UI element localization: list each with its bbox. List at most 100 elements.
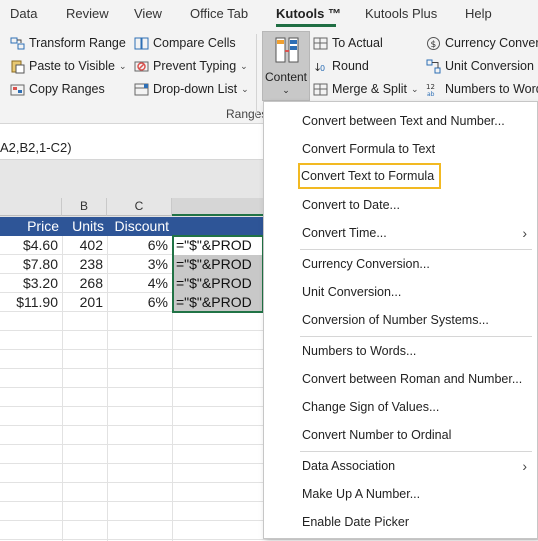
prevent-typing-icon: [134, 59, 149, 74]
menu-bar: Data Review View Office Tab Kutools ™ Ku…: [0, 0, 538, 28]
active-tab-underline: [276, 24, 336, 27]
chevron-down-icon: ⌄: [240, 60, 248, 71]
tab-data[interactable]: Data: [10, 6, 37, 21]
chevron-right-icon: ›: [522, 458, 527, 474]
menu-item-label: Currency Conversion...: [302, 257, 430, 271]
table-cell-price[interactable]: $11.90: [0, 293, 62, 312]
tab-office-tab[interactable]: Office Tab: [190, 6, 248, 21]
table-cell-units[interactable]: 238: [62, 255, 107, 274]
transform-range-icon: [10, 36, 25, 51]
table-cell-discount[interactable]: 6%: [107, 236, 172, 255]
menu-item-convert-to-date[interactable]: Convert to Date...: [265, 192, 537, 218]
unit-conversion-label: Unit Conversion: [445, 59, 534, 73]
numbers-to-words-label: Numbers to Word: [445, 82, 538, 96]
paste-icon: [10, 59, 25, 74]
table-cell-discount[interactable]: 3%: [107, 255, 172, 274]
formula-text: A2,B2,1-C2): [0, 140, 72, 155]
menu-item-label: Unit Conversion...: [302, 285, 402, 299]
dropdown-list-button[interactable]: Drop-down List ⌄: [134, 79, 249, 99]
header-cell-units[interactable]: Units: [62, 217, 107, 236]
round-label: Round: [332, 59, 369, 73]
svg-text:0: 0: [320, 64, 325, 73]
menu-item-unit-conversion[interactable]: Unit Conversion...: [265, 279, 537, 305]
currency-conversion-label: Currency Convers: [445, 36, 538, 50]
menu-item-make-up-number[interactable]: Make Up A Number...: [265, 481, 537, 507]
chevron-down-icon: ⌄: [241, 83, 249, 94]
table-cell-units[interactable]: 268: [62, 274, 107, 293]
menu-item-currency-conversion[interactable]: Currency Conversion...: [265, 251, 537, 277]
column-header-a[interactable]: [0, 198, 62, 216]
menu-item-label: Enable Date Picker: [302, 515, 410, 529]
tab-review[interactable]: Review: [66, 6, 109, 21]
menu-item-label: Change Sign of Values...: [302, 400, 440, 414]
content-button-label: Content: [264, 70, 308, 84]
chevron-right-icon: ›: [522, 225, 527, 241]
menu-item-change-sign[interactable]: Change Sign of Values...: [265, 394, 537, 420]
table-cell-discount[interactable]: 4%: [107, 274, 172, 293]
compare-cells-label: Compare Cells: [153, 36, 236, 50]
paste-to-visible-button[interactable]: Paste to Visible ⌄: [10, 56, 126, 76]
table-cell-units[interactable]: 201: [62, 293, 107, 312]
transform-range-label: Transform Range: [29, 36, 126, 50]
menu-item-label: Make Up A Number...: [302, 487, 421, 501]
menu-item-data-association[interactable]: Data Association ›: [265, 453, 537, 479]
svg-text:$: $: [431, 40, 437, 50]
prevent-typing-label: Prevent Typing: [153, 59, 237, 73]
to-actual-button[interactable]: To Actual: [313, 33, 383, 53]
column-header-c[interactable]: C: [107, 198, 172, 216]
menu-divider: [300, 336, 532, 337]
table-cell-price[interactable]: $7.80: [0, 255, 62, 274]
prevent-typing-button[interactable]: Prevent Typing ⌄: [134, 56, 248, 76]
numbers-to-words-button[interactable]: 12 ab Numbers to Word: [426, 79, 538, 99]
menu-item-label: Convert between Roman and Number...: [302, 372, 523, 386]
group-divider: [256, 34, 257, 116]
merge-split-button[interactable]: Merge & Split ⌄: [313, 79, 419, 99]
tab-kutools-plus[interactable]: Kutools Plus: [365, 6, 437, 21]
svg-text:ab: ab: [427, 91, 435, 97]
table-cell-price[interactable]: $3.20: [0, 274, 62, 293]
menu-item-number-systems[interactable]: Conversion of Number Systems...: [265, 307, 537, 333]
menu-item-numbers-to-words[interactable]: Numbers to Words...: [265, 338, 537, 364]
round-icon: ↓ 0: [313, 59, 328, 74]
menu-item-label: Data Association: [302, 459, 396, 473]
selection-border: [172, 235, 264, 313]
menu-item-label: Convert to Date...: [302, 198, 400, 212]
table-cell-discount[interactable]: 6%: [107, 293, 172, 312]
column-header-b[interactable]: B: [62, 198, 107, 216]
menu-item-label: Convert Number to Ordinal: [302, 428, 452, 442]
menu-item-convert-text-number[interactable]: Convert between Text and Number...: [265, 108, 537, 134]
tab-view[interactable]: View: [134, 6, 162, 21]
currency-icon: $: [426, 36, 441, 51]
compare-cells-button[interactable]: Compare Cells: [134, 33, 236, 53]
menu-item-label: Conversion of Number Systems...: [302, 313, 489, 327]
header-cell-empty[interactable]: [172, 217, 264, 236]
copy-ranges-button[interactable]: Copy Ranges: [10, 79, 105, 99]
table-cell-price[interactable]: $4.60: [0, 236, 62, 255]
menu-item-number-to-ordinal[interactable]: Convert Number to Ordinal: [265, 422, 537, 448]
header-cell-discount[interactable]: Discount: [107, 217, 172, 236]
chevron-down-icon: ⌄: [118, 60, 127, 71]
menu-divider: [300, 451, 532, 452]
content-button[interactable]: Content ⌄: [262, 31, 310, 101]
unit-conversion-button[interactable]: Unit Conversion: [426, 56, 534, 76]
round-button[interactable]: ↓ 0 Round: [313, 56, 369, 76]
svg-text:12: 12: [426, 83, 435, 91]
menu-item-convert-text-to-formula[interactable]: Convert Text to Formula: [298, 163, 441, 189]
table-cell-units[interactable]: 402: [62, 236, 107, 255]
tab-kutools[interactable]: Kutools ™: [276, 6, 341, 21]
menu-item-label: Convert Formula to Text: [302, 142, 436, 156]
menu-item-label: Convert Text to Formula: [301, 169, 435, 183]
copy-ranges-icon: [10, 82, 25, 97]
menu-item-convert-time[interactable]: Convert Time... ›: [265, 220, 537, 246]
menu-item-label: Convert Time...: [302, 226, 387, 240]
merge-split-icon: [313, 82, 328, 97]
tab-help[interactable]: Help: [465, 6, 492, 21]
unit-conversion-icon: [426, 59, 441, 74]
transform-range-button[interactable]: Transform Range: [10, 33, 126, 53]
currency-conversion-button[interactable]: $ Currency Convers: [426, 33, 538, 53]
menu-item-roman-number[interactable]: Convert between Roman and Number...: [265, 366, 537, 392]
header-cell-price[interactable]: Price: [0, 217, 62, 236]
menu-item-convert-formula-to-text[interactable]: Convert Formula to Text: [265, 136, 537, 162]
dropdown-list-icon: [134, 82, 149, 97]
menu-item-enable-date-picker[interactable]: Enable Date Picker: [265, 509, 537, 535]
